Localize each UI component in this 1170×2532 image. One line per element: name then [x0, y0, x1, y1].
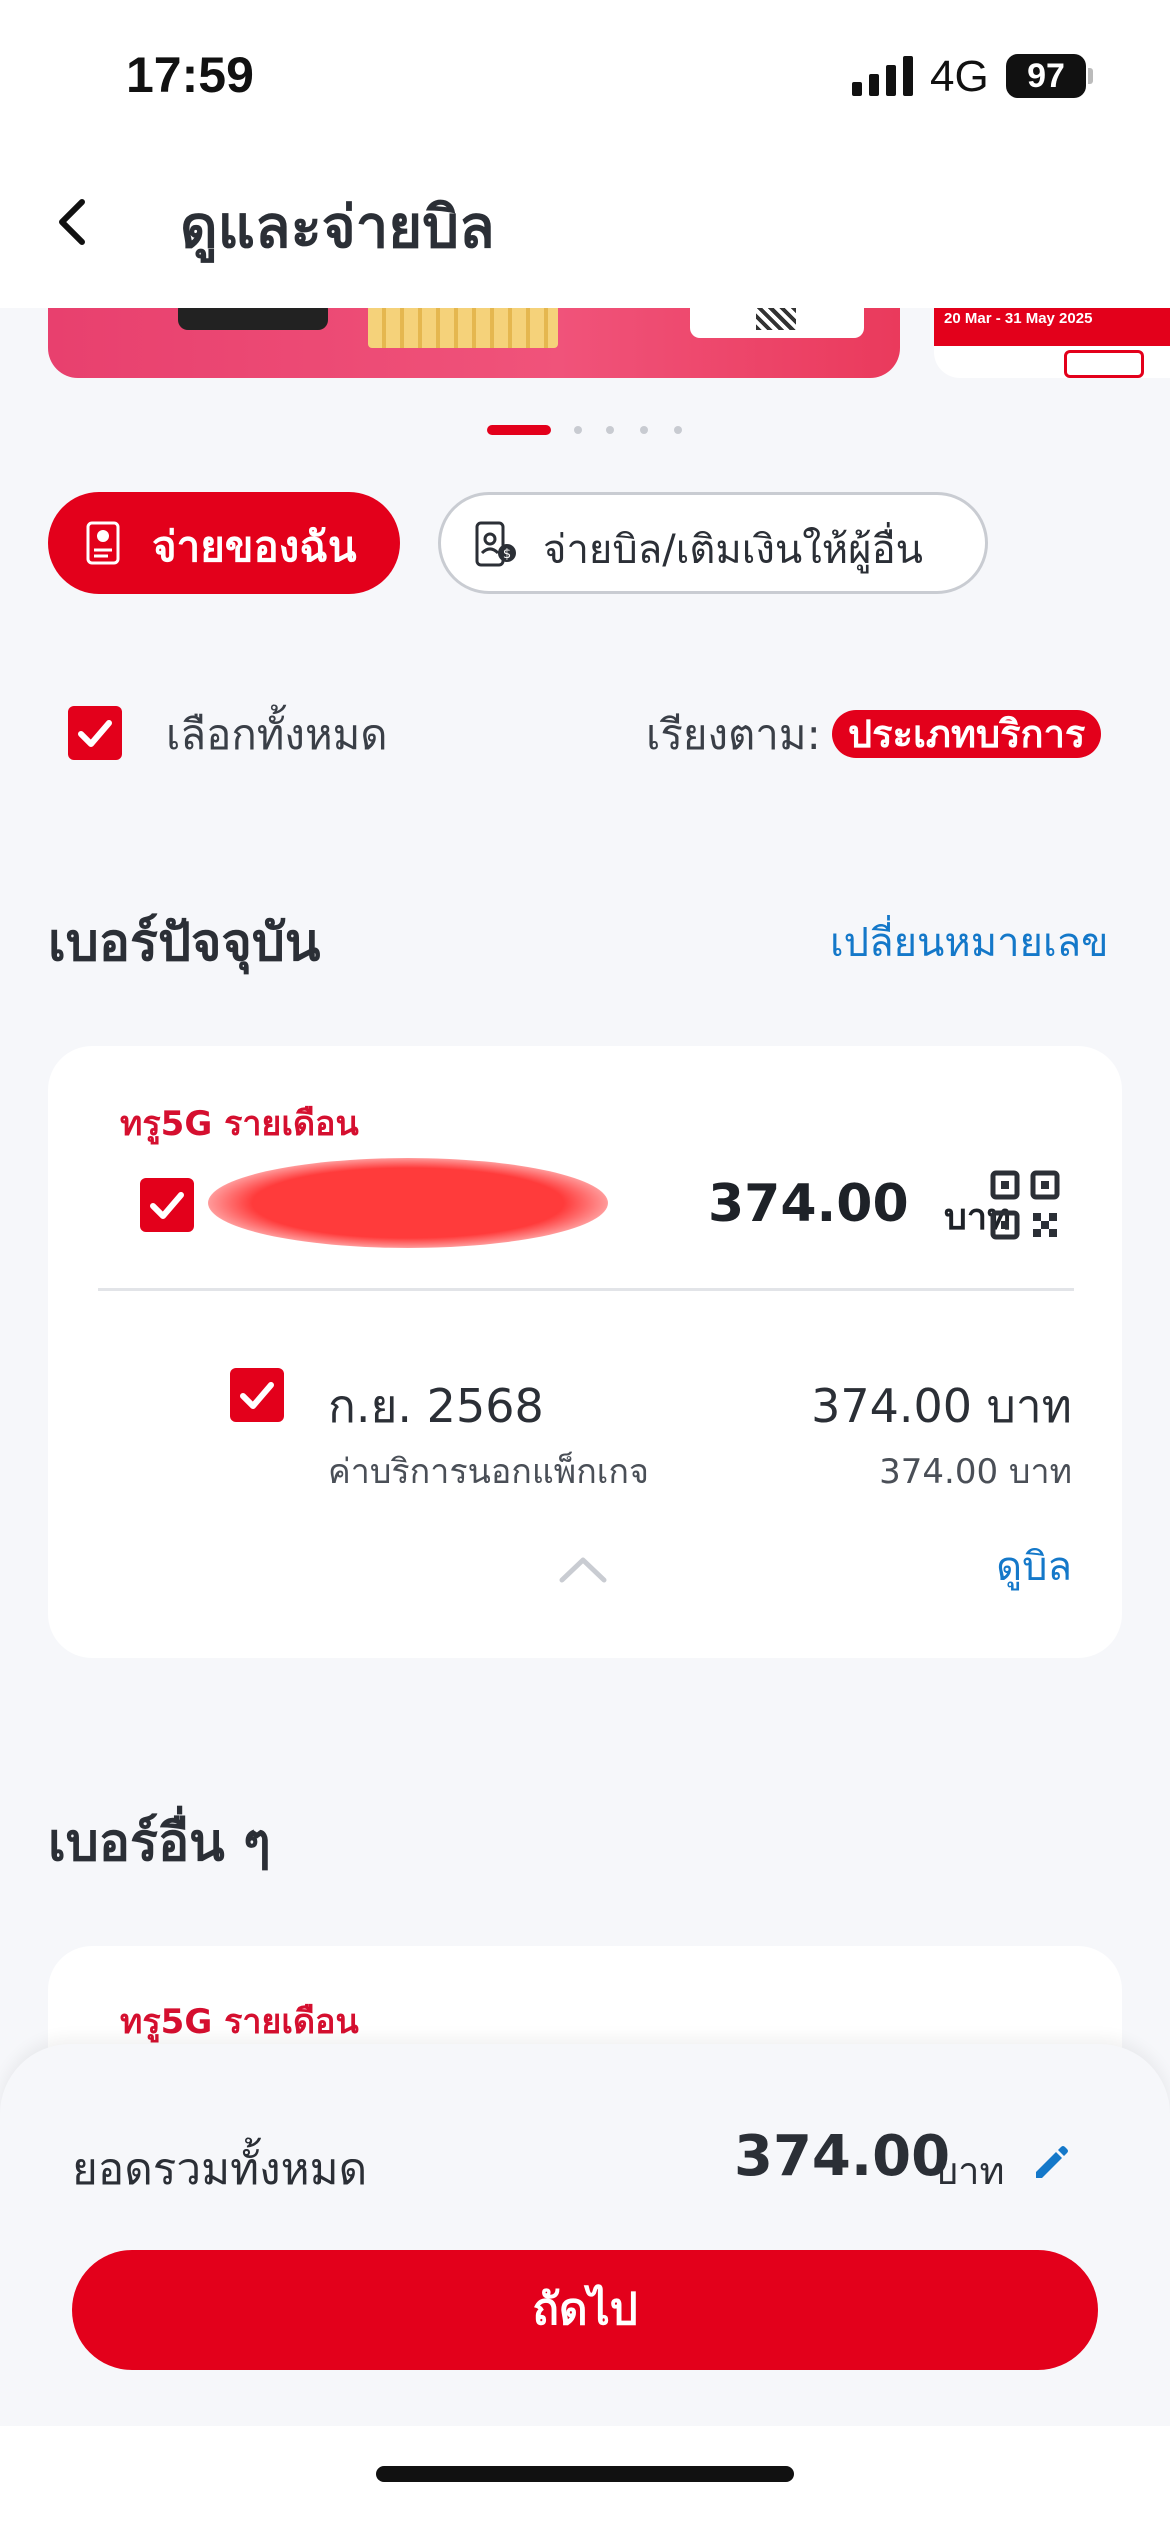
total-label: ยอดรวมทั้งหมด [72, 2144, 368, 2195]
carousel-dot[interactable] [640, 426, 648, 434]
checkmark-icon [150, 1192, 184, 1219]
chevron-up-icon[interactable] [558, 1554, 608, 1584]
svg-text:$: $ [503, 547, 511, 562]
next-button[interactable]: ถัดไป [72, 2250, 1098, 2370]
tab-pay-others-label: จ่ายบิล/เติมเงินให้ผู้อื่น [543, 527, 923, 573]
checkmark-icon [240, 1382, 274, 1409]
phone-payment-icon: $ [475, 521, 516, 567]
currency-unit: บาท [934, 2149, 1005, 2193]
home-indicator[interactable] [376, 2466, 794, 2482]
battery-icon: 97 [1006, 54, 1086, 98]
cyber-safe-logo [1064, 350, 1144, 378]
carousel-dot[interactable] [574, 426, 582, 434]
page-title: ดูและจ่ายบิล [180, 193, 495, 261]
redacted-phone-number [208, 1158, 608, 1248]
number-total-amount: 374.00 [708, 1174, 909, 1234]
carousel-dot[interactable] [606, 426, 614, 434]
app-header: ดูและจ่ายบิล [0, 150, 1170, 308]
change-number-link[interactable]: เปลี่ยนหมายเลข [830, 910, 1109, 974]
battery-tip [1088, 68, 1093, 84]
bill-item-sub-amount: 374.00 บาท [879, 1452, 1072, 1492]
signal-icon [852, 56, 913, 96]
bill-item-amount: 374.00 บาท [811, 1379, 1072, 1433]
number-checkbox[interactable] [140, 1178, 194, 1232]
back-icon[interactable] [44, 192, 104, 252]
payment-summary-sheet: ยอดรวมทั้งหมด 374.00 บาท ถัดไป [0, 2044, 1170, 2532]
select-all-label: เลือกทั้งหมด [166, 710, 388, 759]
network-type: 4G [930, 52, 989, 101]
bill-item-checkbox[interactable] [230, 1368, 284, 1422]
pencil-icon[interactable] [1030, 2142, 1072, 2184]
carousel-pagination [0, 424, 1170, 436]
plan-label: ทรู5G รายเดือน [120, 2002, 359, 2042]
tab-my-bills-label: จ่ายของฉัน [152, 522, 357, 571]
view-bill-link[interactable]: ดูบิล [996, 1534, 1072, 1598]
bill-icon [86, 521, 120, 565]
sort-option-button[interactable]: ประเภทบริการ [832, 710, 1102, 758]
status-bar: 17:59 4G 97 [0, 0, 1170, 150]
other-numbers-title: เบอร์อื่น ๆ [48, 1813, 271, 1873]
qr-code-icon[interactable] [990, 1170, 1060, 1240]
plan-label: ทรู5G รายเดือน [120, 1104, 359, 1144]
tab-my-bills[interactable]: จ่ายของฉัน [48, 492, 400, 594]
total-amount: 374.00 [734, 2124, 951, 2189]
carousel-dot-active[interactable] [487, 425, 551, 435]
current-number-bill-card: ทรู5G รายเดือน 374.00 บาท ก.ย. 2568 ค่าบ… [48, 1046, 1122, 1658]
carousel-dot[interactable] [674, 426, 682, 434]
home-indicator-area [0, 2426, 1170, 2532]
status-time: 17:59 [126, 47, 254, 103]
sort-label: เรียงตาม: [646, 710, 821, 759]
bill-item-description: ค่าบริการนอกแพ็กเกจ [328, 1452, 649, 1492]
tab-pay-others[interactable]: $ จ่ายบิล/เติมเงินให้ผู้อื่น [438, 492, 988, 594]
current-number-title: เบอร์ปัจจุบัน [48, 913, 321, 973]
banner-side-text: 20 Mar - 31 May 2025 [934, 306, 1170, 346]
select-all-checkbox[interactable] [68, 706, 122, 760]
checkmark-icon [78, 720, 112, 747]
card-divider [98, 1288, 1074, 1291]
bill-item-period: ก.ย. 2568 [328, 1379, 544, 1433]
